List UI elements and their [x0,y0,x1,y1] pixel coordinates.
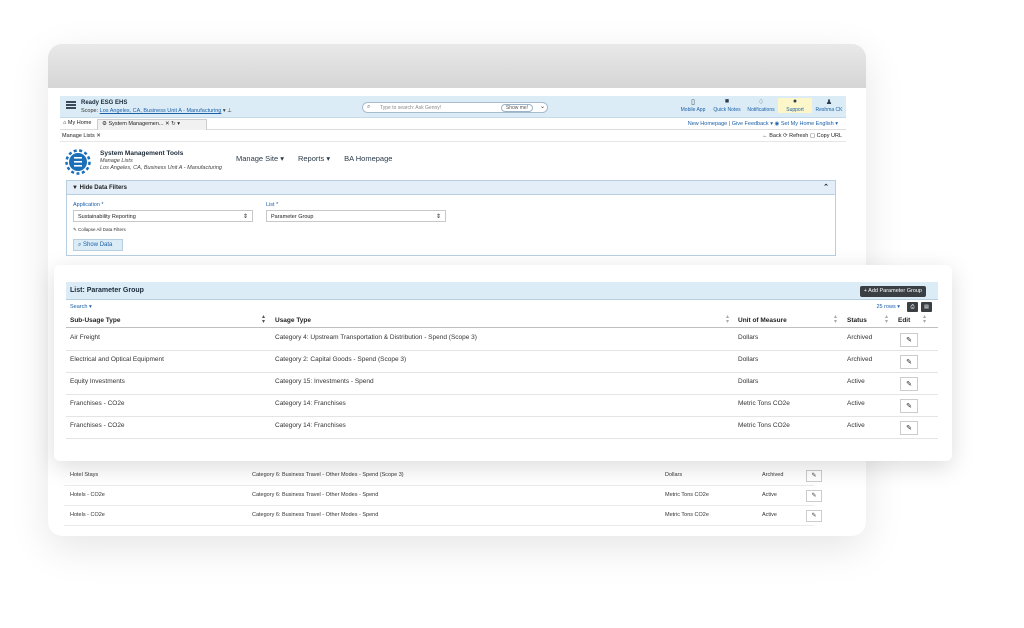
breadcrumb: Manage Lists ✕ ← Back ⟳ Refresh ▢ Copy U… [60,131,846,142]
tab-bar-links[interactable]: New Homepage | Give Feedback ▾ ◉ Set My … [688,121,838,127]
edit-button[interactable]: ✎ [806,470,822,482]
top-bar: Ready ESG EHS Scope: Los Angeles, CA, Bu… [60,96,846,118]
table-row: Hotels - CO2e Category 6: Business Trave… [64,506,822,526]
notifications-button[interactable]: ♢ Notifications [744,98,778,113]
table-row: Hotel Stays Category 6: Business Travel … [64,466,822,486]
sort-icon[interactable]: ▴ ▾ [834,314,837,325]
page-title: System Management Tools [100,150,184,157]
sort-icon[interactable]: ▴ ▾ [726,314,729,325]
col-edit: Edit [898,317,911,324]
window-titlebar [48,44,866,88]
edit-button[interactable]: ✎ [900,399,918,413]
info-icon: ● [792,98,798,105]
page-subtitle: Manage Lists [100,158,133,164]
user-menu-button[interactable]: ♟ Reshma CK [812,98,846,113]
scope-label: Scope: [81,108,99,114]
list-title: List: Parameter Group [70,287,144,294]
application-label: Application * [73,202,104,208]
table-row: Franchises - CO2e Category 14: Franchise… [66,395,938,417]
chevron-up-icon[interactable]: ⌃ [823,183,829,191]
tab-system-management[interactable]: ⚙ System Managemen... ✕ ↻ ▾ [97,119,207,130]
col-usage-type[interactable]: Usage Type [275,317,311,324]
nav-manage-site[interactable]: Manage Site ▾ [236,154,284,163]
export-icon[interactable]: ▤ [921,302,932,312]
col-unit-of-measure[interactable]: Unit of Measure [738,317,787,324]
table-row: Air Freight Category 4: Upstream Transpo… [66,329,938,351]
scope: Scope: Los Angeles, CA, Business Unit A … [81,108,232,114]
toolbar-icons: ▯ Mobile App ■ Quick Notes ♢ Notifications … [676,98,846,113]
table-row: Hotels - CO2e Category 6: Business Trave… [64,486,822,506]
search-icon: ⌕ [367,104,371,110]
quick-notes-button[interactable]: ■ Quick Notes [710,98,744,113]
nav-ba-homepage[interactable]: BA Homepage [344,154,392,163]
mobile-icon: ▯ [691,99,695,106]
table-row: Electrical and Optical Equipment Categor… [66,351,938,373]
hide-data-filters-toggle[interactable]: ▼ Hide Data Filters ⌃ [67,181,835,195]
page-location: Los Angeles, CA, Business Unit A - Manuf… [100,165,222,171]
table-header: Sub-Usage Type ▴ ▾ Usage Type ▴ ▾ Unit of … [66,314,938,328]
scope-link[interactable]: Los Angeles, CA, Business Unit A - Manuf… [100,108,222,114]
edit-button[interactable]: ✎ [900,377,918,391]
tab-manage-lists[interactable]: Manage Lists ✕ [62,133,101,139]
notes-icon: ■ [724,98,730,105]
search-placeholder: Type to search: Ask Genny! [380,105,442,111]
back-table: Hotel Stays Category 6: Business Travel … [64,466,822,526]
collapse-filters-link[interactable]: ✎ Collapse All Data Filters [73,227,126,233]
table-row: Equity Investments Category 15: Investme… [66,373,938,395]
page-actions[interactable]: ← Back ⟳ Refresh ▢ Copy URL [762,133,842,139]
list-card: List: Parameter Group + Add Parameter Gr… [54,265,952,461]
support-button[interactable]: ● Support [778,98,812,113]
search-toggle[interactable]: Search ▾ [70,304,92,310]
search-input[interactable]: ⌕ Type to search: Ask Genny! Show me! ⌄ [362,102,548,113]
menu-icon[interactable] [66,101,76,112]
nav-reports[interactable]: Reports ▾ [298,154,330,163]
edit-button[interactable]: ✎ [900,333,918,347]
list-label: List * [266,202,279,208]
list-panel: List: Parameter Group + Add Parameter Gr… [66,282,938,452]
sort-icon[interactable]: ▴ ▾ [885,314,888,325]
bell-icon: ♢ [757,99,765,106]
add-parameter-group-button[interactable]: + Add Parameter Group [859,286,926,297]
print-icon[interactable]: ⎙ [907,302,918,312]
tab-my-home[interactable]: ⌂ My Home [63,120,91,126]
edit-button[interactable]: ✎ [806,510,822,522]
application-select[interactable]: Sustainability Reporting ⇕ [73,210,253,222]
user-icon: ♟ [825,99,833,106]
show-me-button[interactable]: Show me! [501,104,533,112]
edit-button[interactable]: ✎ [900,421,918,435]
mobile-app-button[interactable]: ▯ Mobile App [676,98,710,113]
filter-icon: ▼ [72,185,78,191]
list-select[interactable]: Parameter Group ⇕ [266,210,446,222]
select-arrows-icon: ⇕ [242,214,248,220]
col-sub-usage-type[interactable]: Sub-Usage Type [70,317,120,324]
pin-icon[interactable]: ▾ ⊥ [223,108,232,114]
list-header: List: Parameter Group + Add Parameter Gr… [66,282,938,300]
data-filters-panel: ▼ Hide Data Filters ⌃ Application * Sust… [66,180,836,256]
col-status[interactable]: Status [847,317,867,324]
rows-per-page-select[interactable]: 25 rows ▾ [876,304,900,310]
select-arrows-icon: ⇕ [435,214,441,220]
page-header: System Management Tools Manage Lists Los… [60,143,846,177]
tab-bar: ⌂ My Home ⚙ System Managemen... ✕ ↻ ▾ Ne… [60,119,846,130]
page-nav: Manage Site ▾ Reports ▾ BA Homepage [236,154,392,163]
sort-icon[interactable]: ▴ ▾ [262,314,265,325]
chevron-down-icon[interactable]: ⌄ [540,103,545,110]
edit-button[interactable]: ✎ [900,355,918,369]
table-row: Franchises - CO2e Category 14: Franchise… [66,417,938,439]
gear-icon [65,149,91,175]
sort-icon[interactable]: ▴ ▾ [923,314,926,325]
brand-title: Ready ESG EHS [81,100,128,106]
show-data-button[interactable]: ⌕ Show Data [73,239,123,251]
edit-button[interactable]: ✎ [806,490,822,502]
